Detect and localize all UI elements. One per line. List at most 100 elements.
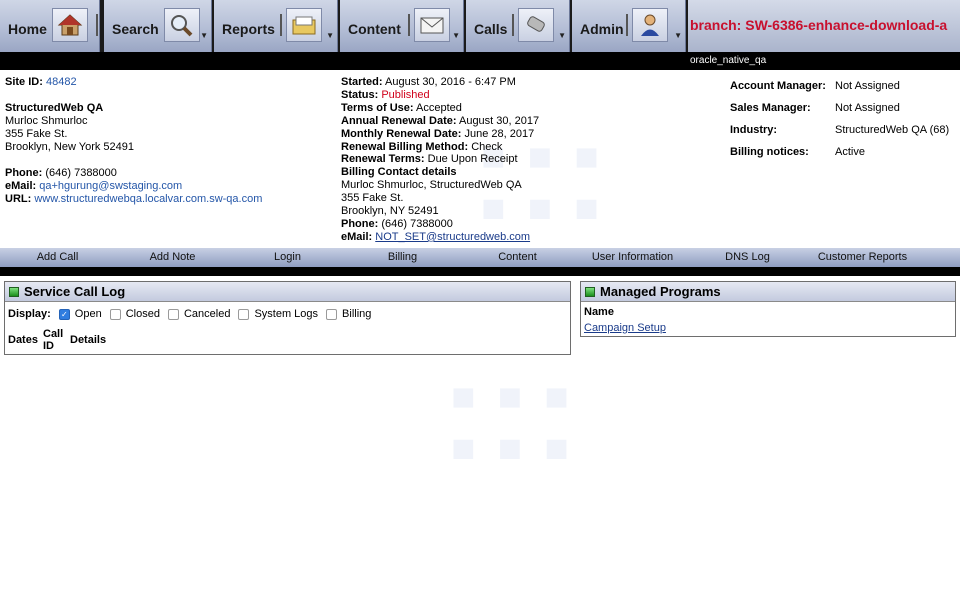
chevron-down-icon[interactable]: ▼: [326, 31, 334, 40]
column-dates[interactable]: Dates: [8, 328, 43, 352]
nav-admin-label: Admin: [580, 21, 624, 37]
nav-home[interactable]: Home: [0, 0, 100, 52]
divider-bar: [0, 267, 960, 276]
content-button[interactable]: Content: [460, 248, 575, 267]
chevron-down-icon[interactable]: ▼: [558, 31, 566, 40]
phone-label: Phone:: [5, 167, 43, 179]
account-details: Site ID: 48482 StructuredWeb QA Murloc S…: [5, 76, 325, 206]
nav-calls-label: Calls: [474, 21, 508, 37]
billing-method-value: Check: [471, 140, 503, 153]
contact-name: Murloc Shmurloc: [5, 115, 88, 127]
nav-content[interactable]: Content ▼: [340, 0, 464, 52]
nav-separator: [280, 14, 282, 36]
city-address: Brooklyn, New York 52491: [5, 141, 135, 153]
started-label: Started:: [341, 76, 383, 88]
status-value: Published: [381, 88, 430, 101]
green-square-icon: [585, 286, 595, 297]
company-name: StructuredWeb QA: [5, 102, 104, 114]
manager-row: Sales Manager: Not Assigned: [730, 102, 960, 124]
chevron-down-icon[interactable]: ▼: [452, 31, 460, 40]
billing-phone-label: Phone:: [341, 217, 379, 230]
add-note-button[interactable]: Add Note: [115, 248, 230, 267]
nav-separator: [626, 14, 628, 36]
dns-log-button[interactable]: DNS Log: [690, 248, 805, 267]
billing-checkbox[interactable]: [326, 308, 338, 320]
add-call-button[interactable]: Add Call: [0, 248, 115, 267]
nav-home-label: Home: [8, 21, 47, 37]
monthly-renewal-value: June 28, 2017: [464, 127, 535, 140]
user-icon[interactable]: [632, 8, 668, 42]
nav-search-label: Search: [112, 21, 159, 37]
envelope-icon[interactable]: [414, 8, 450, 42]
billing-contact-name: Murloc Shmurloc, StructuredWeb QA: [341, 179, 522, 192]
open-label: Open: [74, 308, 102, 320]
billing-method-label: Renewal Billing Method:: [341, 140, 469, 153]
sales-manager-label: Sales Manager:: [730, 102, 811, 114]
environment-strip: [0, 52, 960, 70]
manager-details: Account Manager: Not Assigned Sales Manag…: [730, 80, 960, 168]
folder-icon[interactable]: [286, 8, 322, 42]
nav-reports[interactable]: Reports ▼: [214, 0, 338, 52]
url-link[interactable]: www.structuredwebqa.localvar.com.sw-qa.c…: [34, 193, 262, 205]
login-button[interactable]: Login: [230, 248, 345, 267]
billing-phone-value: (646) 7388000: [381, 217, 453, 230]
system-logs-label: System Logs: [254, 308, 319, 320]
billing-button[interactable]: Billing: [345, 248, 460, 267]
panel-header: Managed Programs: [581, 282, 955, 302]
email-link[interactable]: qa+hgurung@swstaging.com: [39, 180, 182, 192]
billing-contact-heading: Billing Contact details: [341, 166, 457, 179]
nav-reports-label: Reports: [222, 21, 275, 37]
email-label: eMail:: [5, 180, 37, 192]
sales-manager-value: Not Assigned: [835, 102, 900, 114]
phone-icon[interactable]: [518, 8, 554, 42]
account-info: Site ID: 48482 StructuredWeb QA Murloc S…: [0, 70, 960, 248]
billing-notices-label: Billing notices:: [730, 146, 809, 158]
action-bar: Add Call Add Note Login Billing Content …: [0, 248, 960, 267]
branch-label: branch: SW-6386-enhance-download-a: [690, 17, 948, 33]
nav-content-label: Content: [348, 21, 401, 37]
chevron-down-icon[interactable]: ▼: [674, 31, 682, 40]
service-call-log-panel: Service Call Log Display: ✓ Open Closed …: [4, 281, 571, 355]
manager-row: Account Manager: Not Assigned: [730, 80, 960, 102]
environment-label: oracle_native_qa: [690, 55, 767, 66]
phone-value: (646) 7388000: [45, 167, 117, 179]
canceled-checkbox[interactable]: [167, 308, 179, 320]
home-icon[interactable]: [52, 8, 88, 42]
renewal-terms-label: Renewal Terms:: [341, 153, 425, 166]
nav-search[interactable]: Search ▼: [104, 0, 212, 52]
site-id-link[interactable]: 48482: [46, 76, 77, 88]
url-label: URL:: [5, 193, 32, 205]
magnifier-icon[interactable]: [164, 8, 200, 42]
user-information-button[interactable]: User Information: [575, 248, 690, 267]
customer-reports-button[interactable]: Customer Reports: [805, 248, 920, 267]
campaign-setup-link[interactable]: Campaign Setup: [581, 318, 955, 334]
terms-value: Accepted: [416, 101, 462, 114]
log-table-header: Dates Call ID Details: [5, 322, 570, 352]
column-call-id[interactable]: Call ID: [43, 328, 70, 352]
manager-row: Billing notices: Active: [730, 146, 960, 168]
canceled-label: Canceled: [183, 308, 231, 320]
billing-city: Brooklyn, NY 52491: [341, 205, 439, 218]
site-id-label: Site ID:: [5, 76, 43, 88]
industry-value: StructuredWeb QA (68): [835, 124, 950, 136]
open-checkbox[interactable]: ✓: [58, 308, 70, 320]
nav-calls[interactable]: Calls ▼: [466, 0, 570, 52]
status-label: Status:: [341, 88, 379, 101]
billing-email-label: eMail:: [341, 230, 373, 243]
billing-filter-label: Billing: [342, 308, 372, 320]
closed-checkbox[interactable]: [109, 308, 121, 320]
annual-renewal-value: August 30, 2017: [458, 114, 540, 127]
billing-email-link[interactable]: NOT_SET@structuredweb.com: [375, 231, 530, 243]
account-manager-label: Account Manager:: [730, 80, 826, 92]
green-square-icon: [9, 286, 19, 297]
system-logs-checkbox[interactable]: [238, 308, 250, 320]
chevron-down-icon[interactable]: ▼: [200, 31, 208, 40]
column-details[interactable]: Details: [70, 328, 106, 352]
status-details: Started: August 30, 2016 - 6:47 PM Statu…: [341, 76, 711, 244]
display-filters: Display: ✓ Open Closed Canceled System L…: [5, 302, 570, 322]
nav-separator: [96, 14, 98, 36]
nav-admin[interactable]: Admin ▼: [572, 0, 686, 52]
renewal-terms-value: Due Upon Receipt: [427, 153, 518, 166]
display-label: Display:: [8, 308, 51, 320]
nav-separator: [512, 14, 514, 36]
